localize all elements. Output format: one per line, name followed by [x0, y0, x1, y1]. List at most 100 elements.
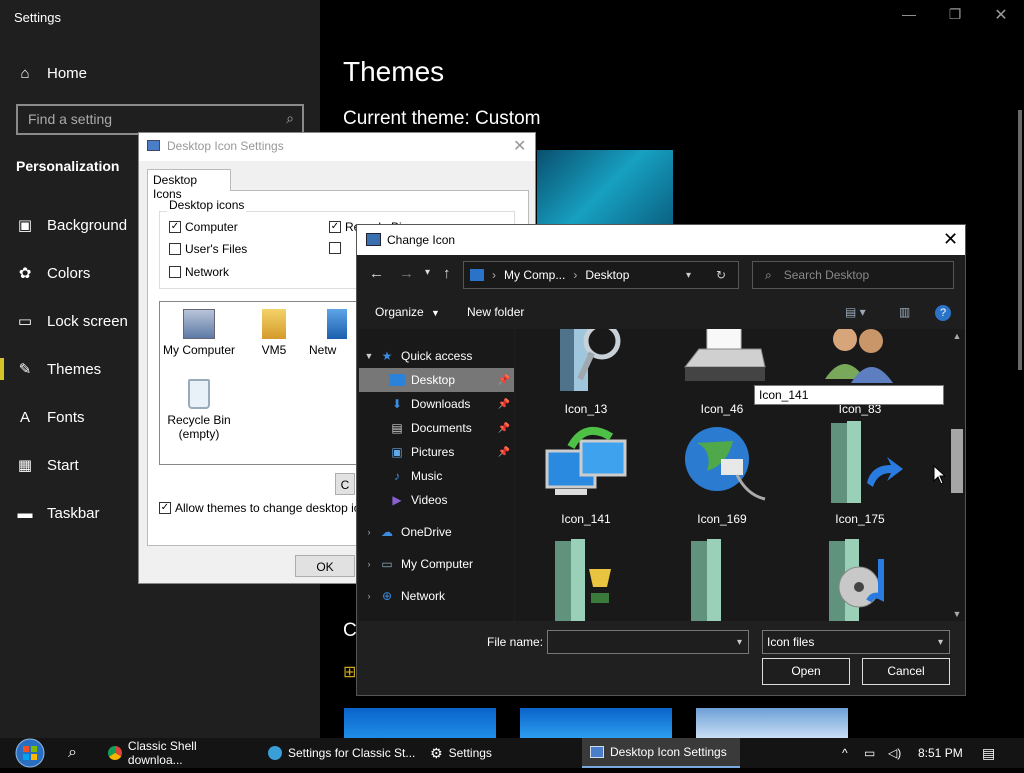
close-icon[interactable]: ✕ [986, 5, 1016, 25]
theme-thumbnail[interactable] [696, 708, 848, 738]
list-item[interactable]: VM5 [234, 309, 314, 357]
search-input[interactable]: ⌕ Search Desktop [752, 261, 954, 289]
dialog-titlebar: Desktop Icon Settings [139, 133, 535, 161]
list-item[interactable]: Recycle Bin (empty) [159, 379, 239, 441]
grid-item[interactable]: Icon_169 [667, 421, 777, 527]
scroll-down-icon[interactable]: ▼ [949, 609, 965, 619]
breadcrumb-item[interactable]: My Comp... [504, 268, 565, 282]
back-arrow-icon[interactable]: ← [369, 265, 384, 282]
grid-item[interactable]: Icon_83 [805, 329, 915, 425]
close-icon[interactable]: ✕ [943, 229, 958, 250]
checkbox-users-files[interactable]: User's Files [169, 242, 247, 256]
grid-item[interactable]: Icon_141 [531, 421, 641, 527]
start-button[interactable] [12, 738, 48, 768]
tree-item-network[interactable]: › ⊕ Network [359, 584, 514, 608]
restore-icon[interactable]: ❐ [940, 6, 970, 23]
grid-item[interactable]: Icon_175 [805, 421, 915, 527]
new-folder-button[interactable]: New folder [467, 305, 524, 319]
minimize-icon[interactable]: — [894, 6, 924, 22]
star-icon: ★ [381, 349, 393, 363]
address-bar[interactable]: › My Comp... › Desktop ▾ ↻ [463, 261, 739, 289]
grid-item[interactable] [805, 539, 915, 621]
nav-item-home[interactable]: ⌂ Home [0, 53, 320, 93]
chevron-up-icon[interactable]: ^ [842, 738, 858, 768]
chevron-down-icon[interactable]: ▾ [425, 267, 430, 278]
tree-item-onedrive[interactable]: › ☁ OneDrive [359, 520, 514, 544]
list-item[interactable]: My Computer [159, 309, 239, 357]
file-name-input[interactable]: ▾ [547, 630, 749, 654]
notifications-icon[interactable]: ▤ [982, 738, 1002, 768]
chevron-down-icon[interactable]: ▾ [686, 270, 691, 281]
file-type-select[interactable]: Icon files ▾ [762, 630, 950, 654]
taskbar-item-settings[interactable]: ⚙ Settings [426, 738, 526, 768]
tree-item-quick-access[interactable]: ▼ ★ Quick access [359, 344, 514, 368]
forward-arrow-icon[interactable]: → [399, 265, 414, 282]
list-item[interactable]: Netw [309, 309, 349, 357]
chevron-right-icon: › [492, 268, 496, 282]
tree-item-my-computer[interactable]: › ▭ My Computer [359, 552, 514, 576]
cancel-button[interactable]: Cancel [862, 658, 950, 685]
view-options-icon[interactable]: ▤ ▾ [845, 305, 866, 319]
computer-icon [183, 309, 215, 339]
scroll-up-icon[interactable]: ▲ [949, 331, 965, 341]
taskbar-label: Settings for Classic St... [288, 746, 416, 760]
tree-label: Network [401, 589, 446, 603]
chevron-right-icon: › [367, 527, 371, 537]
open-button[interactable]: Open [762, 658, 850, 685]
tree-item-documents[interactable]: ▤ Documents 📌 [359, 416, 514, 440]
grid-item[interactable] [531, 539, 641, 621]
pin-icon[interactable]: 📌 [498, 375, 510, 386]
organize-button[interactable]: Organize ▼ [375, 305, 440, 319]
grid-item[interactable]: Icon_46 [667, 329, 777, 425]
computer-icon [470, 269, 484, 281]
taskbar: ⌕ Classic Shell downloa... Settings for … [0, 738, 1024, 768]
theme-thumbnail[interactable] [344, 708, 496, 738]
checkbox-network[interactable]: Network [169, 265, 229, 279]
tree-label: OneDrive [401, 525, 452, 539]
breadcrumb-item[interactable]: Desktop [585, 268, 629, 282]
refresh-icon[interactable]: ↻ [716, 268, 726, 282]
tree-item-desktop[interactable]: Desktop 📌 [359, 368, 514, 392]
pin-icon[interactable]: 📌 [498, 399, 510, 410]
icon-label: Icon_141 [561, 512, 611, 526]
checkbox-box: ✓ [329, 221, 341, 233]
volume-icon[interactable]: ◁) [888, 738, 906, 768]
tree-item-music[interactable]: ♪ Music [359, 464, 514, 488]
icon-label: Icon_13 [564, 402, 608, 416]
taskbar-item-desktop-icon-settings[interactable]: Desktop Icon Settings [582, 738, 740, 768]
checkbox-allow-themes[interactable]: ✓ Allow themes to change desktop icon [159, 501, 373, 515]
close-icon[interactable]: ✕ [513, 136, 526, 156]
download-icon: ⬇ [391, 397, 403, 411]
chevron-down-icon[interactable]: ▾ [938, 637, 943, 648]
tab-desktop-icons[interactable]: Desktop Icons [147, 169, 231, 201]
network-tray-icon[interactable]: ▭ [864, 738, 882, 768]
grid-item[interactable]: Icon_13 [531, 329, 641, 425]
tree-item-pictures[interactable]: ▣ Pictures 📌 [359, 440, 514, 464]
page-scrollbar[interactable] [1018, 110, 1022, 370]
grid-item[interactable] [667, 539, 777, 621]
clock[interactable]: 8:51 PM [918, 738, 968, 768]
pin-icon[interactable]: 📌 [498, 447, 510, 458]
taskbar-item-classic-shell[interactable]: Settings for Classic St... [264, 738, 416, 768]
pin-icon[interactable]: 📌 [498, 423, 510, 434]
preview-pane-icon[interactable]: ▥ [899, 305, 910, 319]
up-arrow-icon[interactable]: ↑ [443, 265, 451, 282]
taskbar-item-chrome[interactable]: Classic Shell downloa... [104, 738, 254, 768]
checkbox-control-panel[interactable] [329, 242, 345, 254]
tree-item-downloads[interactable]: ⬇ Downloads 📌 [359, 392, 514, 416]
rename-input[interactable]: Icon_141 [754, 385, 944, 405]
theme-thumbnail[interactable] [520, 708, 672, 738]
help-icon[interactable]: ? [935, 305, 951, 321]
tree-label: Desktop [411, 373, 456, 387]
search-icon[interactable]: ⌕ [68, 738, 88, 768]
tree-item-videos[interactable]: ▶ Videos [359, 488, 514, 512]
ok-button[interactable]: OK [295, 555, 355, 577]
search-input[interactable]: Find a setting ⌕ [16, 104, 304, 135]
chevron-down-icon[interactable]: ▾ [737, 637, 742, 648]
theme-preview[interactable] [537, 150, 673, 230]
checkbox-box: ✓ [169, 221, 181, 233]
change-icon-button[interactable]: C [335, 473, 355, 495]
tree-label: Documents [411, 421, 472, 435]
checkbox-computer[interactable]: ✓ Computer [169, 220, 238, 234]
scrollbar-thumb[interactable] [951, 429, 963, 493]
